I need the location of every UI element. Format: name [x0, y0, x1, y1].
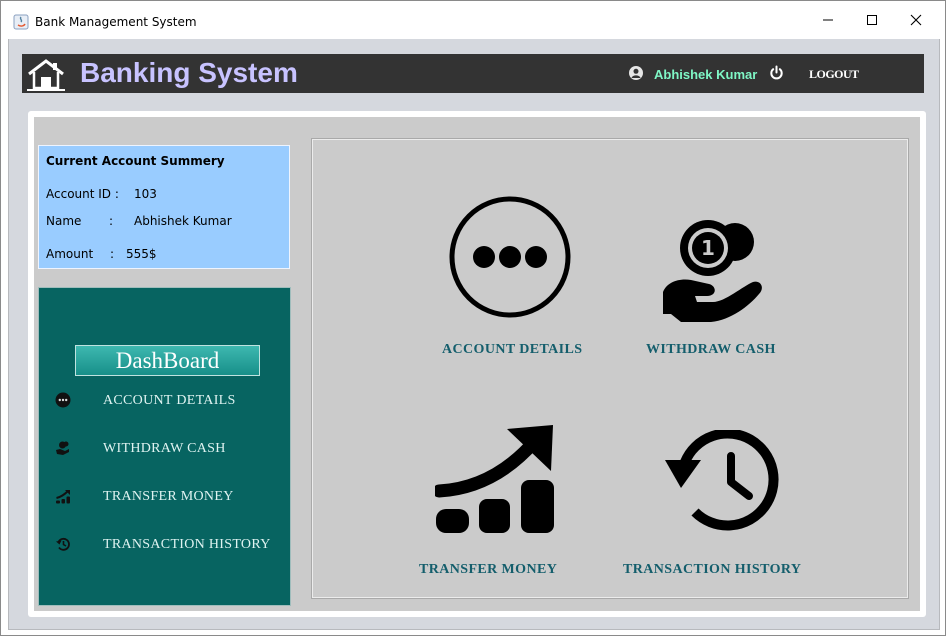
- name-value: Abhishek Kumar: [134, 214, 232, 228]
- tile-label: WITHDRAW CASH: [646, 342, 776, 357]
- tile-account-details[interactable]: ACCOUNT DETAILS: [413, 180, 613, 370]
- sidebar: DashBoard ACCOUNT DETAILS WITHDRAW CASH …: [38, 287, 291, 606]
- logout-button[interactable]: LOGOUT: [809, 67, 859, 82]
- coin-hand-icon: 1: [663, 220, 762, 322]
- header-bar: Banking System Abhishek Kumar LOGOUT: [22, 54, 924, 93]
- name-label: Name: [46, 214, 82, 228]
- amount-value: 555$: [126, 247, 157, 261]
- ellipsis-circle-icon: [449, 196, 571, 318]
- minimize-button[interactable]: [805, 5, 851, 35]
- tile-transaction-history[interactable]: TRANSACTION HISTORY: [623, 410, 853, 590]
- dashboard-button[interactable]: DashBoard: [75, 345, 260, 376]
- main-panel: Current Account Summery Account ID : 103…: [34, 117, 920, 611]
- maximize-icon: [867, 15, 877, 25]
- bank-house-icon: [27, 59, 65, 91]
- svg-text:1: 1: [701, 236, 715, 260]
- content-area: Banking System Abhishek Kumar LOGOUT Cur…: [8, 39, 940, 630]
- amount-colon: :: [110, 247, 115, 261]
- main-frame: Current Account Summery Account ID : 103…: [28, 111, 926, 617]
- account-id-label: Account ID :: [46, 187, 119, 201]
- sidebar-item-label: ACCOUNT DETAILS: [103, 393, 236, 408]
- account-summary: Current Account Summery Account ID : 103…: [38, 145, 290, 269]
- window-title: Bank Management System: [35, 15, 197, 29]
- sidebar-item-account-details[interactable]: ACCOUNT DETAILS: [39, 387, 290, 415]
- sidebar-item-transaction-history[interactable]: TRANSACTION HISTORY: [39, 531, 290, 559]
- tile-label: ACCOUNT DETAILS: [442, 342, 583, 357]
- sidebar-item-transfer-money[interactable]: TRANSFER MONEY: [39, 483, 290, 511]
- app-title: Banking System: [80, 57, 298, 88]
- sidebar-item-withdraw-cash[interactable]: WITHDRAW CASH: [39, 435, 290, 463]
- close-button[interactable]: [893, 5, 939, 35]
- coin-hand-icon: [56, 441, 69, 455]
- history-icon: [56, 537, 70, 551]
- history-icon: [665, 430, 779, 531]
- amount-label: Amount: [46, 247, 94, 261]
- sidebar-item-label: TRANSFER MONEY: [103, 489, 234, 504]
- maximize-button[interactable]: [849, 5, 895, 35]
- tile-label: TRANSACTION HISTORY: [623, 562, 802, 577]
- ellipsis-circle-icon: [55, 392, 71, 408]
- sidebar-item-label: TRANSACTION HISTORY: [103, 537, 271, 552]
- name-colon: :: [109, 214, 114, 228]
- growth-chart-icon: [435, 425, 554, 533]
- title-bar: Bank Management System: [1, 1, 945, 39]
- user-name: Abhishek Kumar: [654, 67, 758, 82]
- tile-transfer-money[interactable]: TRANSFER MONEY: [413, 410, 613, 590]
- power-icon[interactable]: [769, 65, 784, 81]
- app-window: Bank Management System Banking System Ab…: [0, 0, 946, 636]
- minimize-icon: [823, 19, 833, 21]
- growth-chart-icon: [56, 490, 70, 504]
- close-icon: [910, 14, 922, 26]
- account-id-value: 103: [134, 187, 157, 201]
- java-icon: [13, 14, 29, 30]
- tile-label: TRANSFER MONEY: [419, 562, 558, 577]
- summary-title: Current Account Summery: [46, 154, 225, 168]
- user-icon: [629, 66, 643, 80]
- sidebar-item-label: WITHDRAW CASH: [103, 441, 226, 456]
- dashboard-tiles: ACCOUNT DETAILS 1 WITHDRAW CASH TRANSFER…: [311, 138, 909, 599]
- tile-withdraw-cash[interactable]: 1 WITHDRAW CASH: [633, 180, 833, 370]
